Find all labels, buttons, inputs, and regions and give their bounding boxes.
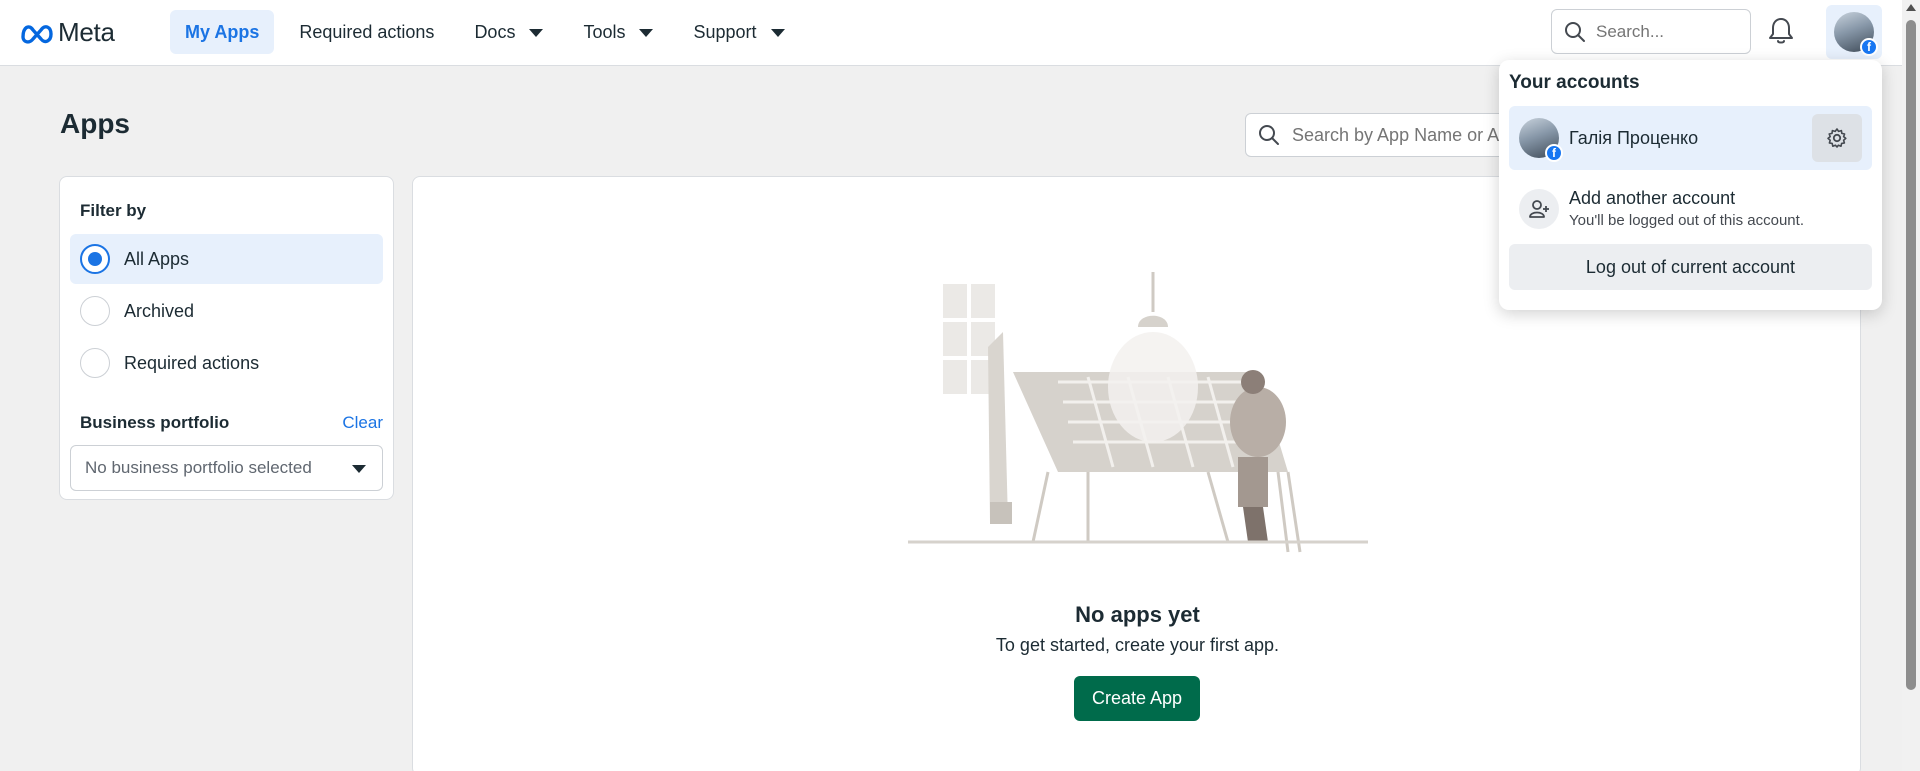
nav-docs[interactable]: Docs bbox=[459, 10, 558, 54]
search-icon bbox=[1565, 21, 1585, 42]
caret-down-icon bbox=[770, 29, 785, 37]
business-portfolio-value: No business portfolio selected bbox=[85, 458, 312, 477]
top-search-box[interactable] bbox=[1551, 9, 1751, 54]
facebook-badge-icon: f bbox=[1545, 144, 1563, 162]
radio-button[interactable] bbox=[80, 244, 110, 274]
filter-option-archived[interactable]: Archived bbox=[70, 286, 383, 336]
meta-logo[interactable]: Meta bbox=[20, 17, 115, 48]
page-title: Apps bbox=[60, 108, 130, 139]
caret-down-icon bbox=[639, 29, 654, 37]
empty-state-title: No apps yet bbox=[1075, 602, 1200, 627]
search-icon bbox=[1259, 125, 1279, 145]
create-app-button[interactable]: Create App bbox=[1074, 676, 1200, 721]
avatar: f bbox=[1834, 12, 1878, 56]
filter-option-label: Required actions bbox=[124, 352, 260, 373]
account-name: Галія Проценко bbox=[1569, 128, 1699, 148]
nav-label: Support bbox=[693, 21, 757, 42]
main-nav: My Apps Required actions Docs Tools Supp… bbox=[170, 10, 810, 54]
add-account-subtitle: You'll be logged out of this account. bbox=[1569, 212, 1804, 229]
meta-infinity-icon bbox=[21, 24, 53, 44]
notifications-button[interactable] bbox=[1768, 16, 1794, 51]
account-settings-button[interactable] bbox=[1812, 114, 1862, 162]
facebook-badge-icon: f bbox=[1860, 38, 1878, 56]
empty-state-subtitle: To get started, create your first app. bbox=[995, 635, 1280, 655]
empty-state-illustration bbox=[908, 272, 1368, 553]
nav-tools[interactable]: Tools bbox=[568, 10, 668, 54]
caret-down-icon bbox=[352, 465, 366, 473]
add-account-row[interactable]: Add another account You'll be logged out… bbox=[1509, 180, 1872, 240]
radio-button[interactable] bbox=[80, 348, 110, 378]
nav-support[interactable]: Support bbox=[678, 10, 799, 54]
top-search-input[interactable] bbox=[1596, 21, 1736, 42]
nav-label: My Apps bbox=[185, 21, 260, 42]
business-portfolio-label: Business portfolio bbox=[80, 413, 230, 432]
gear-icon bbox=[1827, 128, 1847, 148]
filter-option-label: Archived bbox=[124, 300, 195, 321]
filter-option-label: All Apps bbox=[124, 248, 190, 269]
clear-link[interactable]: Clear bbox=[342, 413, 383, 433]
avatar: f bbox=[1519, 118, 1563, 162]
logout-button[interactable]: Log out of current account bbox=[1509, 244, 1872, 290]
current-account-row[interactable]: f Галія Проценко bbox=[1509, 106, 1872, 170]
nav-label: Tools bbox=[583, 21, 626, 42]
nav-required-actions[interactable]: Required actions bbox=[284, 10, 449, 54]
add-account-title: Add another account bbox=[1569, 188, 1736, 208]
radio-button[interactable] bbox=[80, 296, 110, 326]
top-navigation-bar: Meta My Apps Required actions Docs Tools… bbox=[0, 0, 1902, 66]
business-portfolio-select[interactable]: No business portfolio selected bbox=[70, 445, 383, 491]
scrollbar-thumb[interactable] bbox=[1906, 20, 1916, 690]
nav-my-apps[interactable]: My Apps bbox=[170, 10, 275, 54]
filter-option-required-actions[interactable]: Required actions bbox=[70, 338, 383, 388]
nav-label: Docs bbox=[474, 21, 516, 42]
dropdown-title: Your accounts bbox=[1509, 72, 1640, 93]
filter-panel: Filter by All Apps Archived Required act… bbox=[59, 176, 394, 500]
bell-icon bbox=[1769, 18, 1793, 44]
scroll-up-arrow-icon[interactable] bbox=[1906, 4, 1916, 11]
caret-down-icon bbox=[529, 29, 544, 37]
logo-text: Meta bbox=[58, 17, 115, 47]
account-dropdown: Your accounts f Галія Проценко Add anoth… bbox=[1499, 60, 1882, 310]
nav-label: Required actions bbox=[299, 21, 435, 42]
page-scrollbar[interactable] bbox=[1902, 0, 1920, 771]
account-menu-button[interactable]: f bbox=[1826, 5, 1882, 59]
add-person-icon bbox=[1519, 189, 1559, 229]
filter-title: Filter by bbox=[80, 201, 147, 220]
filter-option-all-apps[interactable]: All Apps bbox=[70, 234, 383, 284]
